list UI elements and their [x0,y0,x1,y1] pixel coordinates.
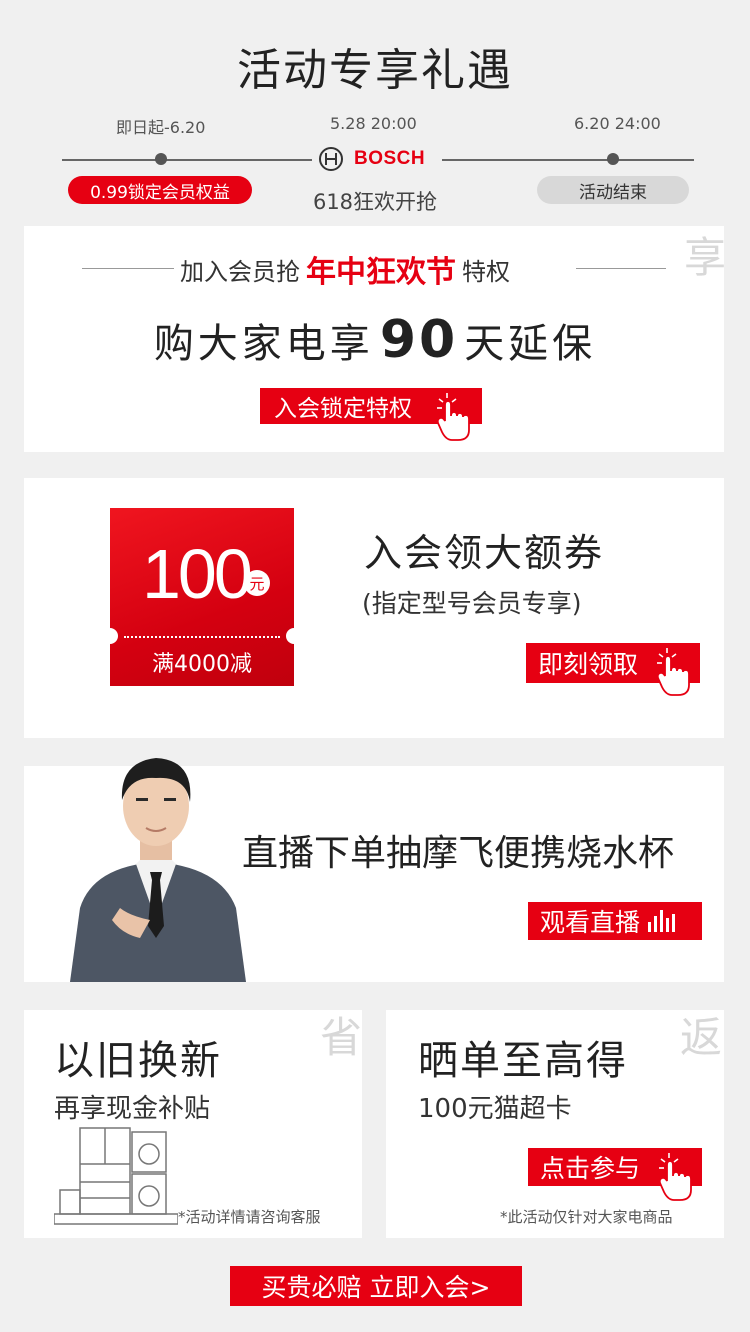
bosch-wordmark: BOSCH [354,148,426,169]
hand-click-icon [436,393,470,441]
hand-click-icon [658,1153,692,1201]
coupon-notch-right [286,628,294,644]
member-headline-prefix: 加入会员抢 [180,257,300,286]
tradein-title: 以旧换新 [54,1038,222,1084]
review-note: *此活动仅针对大家电商品 [500,1208,673,1226]
join-review-label: 点击参与 [540,1154,641,1183]
tradein-subtitle: 再享现金补贴 [54,1094,211,1124]
watermark-fan: 返 [680,1013,723,1062]
watermark-xiang: 享 [684,233,727,282]
warranty-prefix: 购大家电享 [153,321,374,367]
join-lock-benefit-label: 入会锁定特权 [274,396,412,422]
coupon-value: 100 [142,535,253,613]
warranty-suffix: 天延保 [464,321,597,367]
live-bars-icon [648,910,678,932]
watch-live-label: 观看直播 [540,908,641,937]
warranty-days: 90 [379,310,459,370]
coupon-subtitle: (指定型号会员专享) [362,589,582,618]
coupon-unit: 元 [244,570,270,596]
watch-live-button[interactable]: 观看直播 [528,902,702,940]
footer-join-button[interactable]: 买贵必赔 立即入会> [230,1266,522,1306]
member-headline-suffix: 特权 [462,257,510,286]
watermark-sheng: 省 [320,1013,363,1062]
divider-right [576,268,666,269]
member-headline: 加入会员抢 年中狂欢节 特权 [180,250,510,290]
activity-end-pill: 活动结束 [537,176,689,204]
presenter-image [70,758,246,982]
bosch-logo-icon [319,147,343,171]
bosch-logo: BOSCH [318,146,425,172]
timeline-dot-end [607,153,619,165]
coupon-notch-left [110,628,118,644]
timeline-center-date: 5.28 20:00 [330,114,417,133]
review-title: 晒单至高得 [418,1038,628,1084]
divider-left [82,268,174,269]
timeline-right-date: 6.20 24:00 [574,114,661,133]
live-title: 直播下单抽摩飞便携烧水杯 [242,833,675,874]
coupon-ticket: 100 元 满4000减 [110,508,294,686]
timeline-left-date: 即日起-6.20 [116,118,206,137]
warranty-headline: 购大家电享 90 天延保 [0,310,750,370]
timeline-line-left [62,159,312,161]
coupon-perforation [124,636,280,638]
review-subtitle: 100元猫超卡 [418,1094,572,1124]
appliance-outline-icon [54,1127,178,1225]
coupon-title: 入会领大额券 [364,531,605,575]
claim-coupon-label: 即刻领取 [538,650,639,679]
page-title: 活动专享礼遇 [237,45,513,96]
hand-click-icon [656,648,690,696]
member-headline-highlight: 年中狂欢节 [306,255,456,290]
timeline-dot-start [155,153,167,165]
footer-join-label: 买贵必赔 立即入会> [261,1273,491,1302]
tradein-note: *活动详情请咨询客服 [178,1208,321,1226]
coupon-condition: 满4000减 [152,652,252,677]
timeline-line-right [442,159,694,161]
